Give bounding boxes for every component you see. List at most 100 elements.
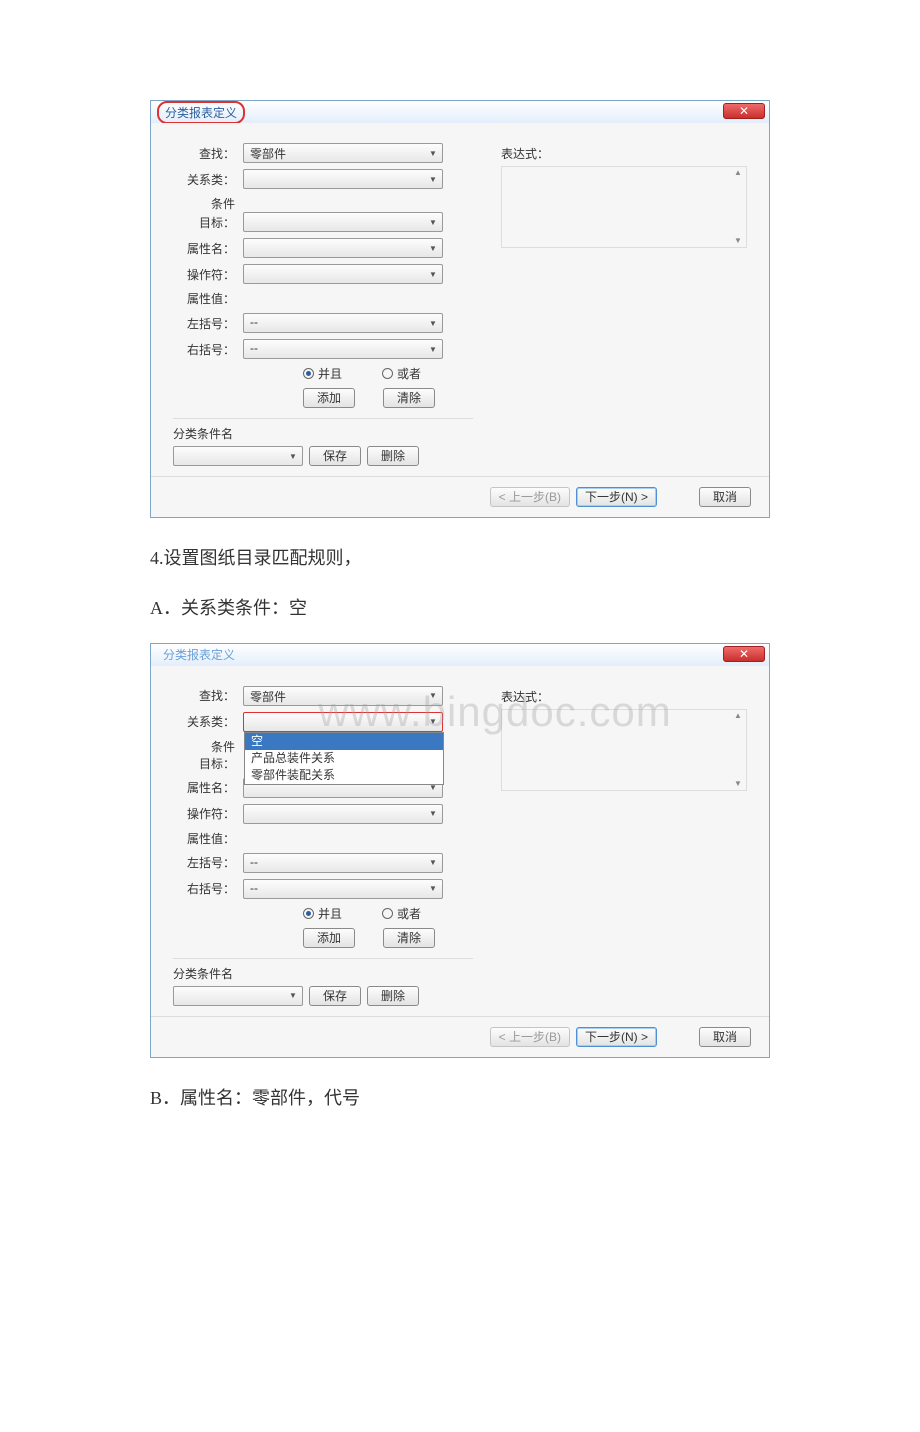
label-target: 目标：	[173, 214, 235, 231]
attrname-combo[interactable]: ▼	[243, 238, 443, 258]
dialog-report-definition-2: 分类报表定义 ✕ www.bingdoc.com 查找： 零部件 ▼ 关系类：	[150, 643, 770, 1058]
chevron-down-icon: ▼	[426, 342, 440, 356]
radio-dot-icon	[303, 908, 314, 919]
rbracket-value: --	[250, 881, 258, 895]
close-button[interactable]: ✕	[723, 103, 765, 119]
operator-combo[interactable]: ▼	[243, 264, 443, 284]
lbracket-combo[interactable]: -- ▼	[243, 853, 443, 873]
radio-dot-icon	[382, 908, 393, 919]
doc-step-a: A．关系类条件：空	[150, 592, 770, 624]
radio-and-label: 并且	[318, 365, 342, 382]
operator-combo[interactable]: ▼	[243, 804, 443, 824]
label-search: 查找：	[173, 687, 235, 704]
label-condname: 分类条件名	[173, 965, 233, 982]
back-button: < 上一步(B)	[490, 487, 570, 507]
label-operator: 操作符：	[173, 805, 235, 822]
clear-button[interactable]: 清除	[383, 388, 435, 408]
dialog-body: 查找： 零部件 ▼ 关系类： ▼ 条件	[151, 123, 769, 476]
lbracket-value: --	[250, 315, 258, 329]
relation-dropdown: 空 产品总装件关系 零部件装配关系	[244, 732, 444, 785]
chevron-down-icon: ▼	[426, 715, 440, 729]
condname-combo[interactable]: ▼	[173, 986, 303, 1006]
cancel-button[interactable]: 取消	[699, 487, 751, 507]
scroll-up-icon[interactable]: ▲	[731, 168, 745, 178]
label-attrname: 属性名：	[173, 779, 235, 796]
radio-and-label: 并且	[318, 905, 342, 922]
dialog-title: 分类报表定义	[157, 101, 245, 124]
titlebar: 分类报表定义 ✕	[151, 644, 769, 666]
relation-option-empty[interactable]: 空	[245, 733, 443, 750]
lbracket-combo[interactable]: -- ▼	[243, 313, 443, 333]
scroll-down-icon[interactable]: ▼	[731, 236, 745, 246]
radio-dot-icon	[303, 368, 314, 379]
expression-box[interactable]: ▲ ▼	[501, 709, 747, 791]
label-condname: 分类条件名	[173, 425, 233, 442]
delete-button[interactable]: 删除	[367, 986, 419, 1006]
next-button[interactable]: 下一步(N) >	[576, 487, 657, 507]
doc-step-b: B．属性名：零部件，代号	[150, 1082, 770, 1114]
search-value: 零部件	[250, 147, 286, 161]
radio-or[interactable]: 或者	[382, 905, 421, 922]
radio-and[interactable]: 并且	[303, 365, 342, 382]
label-relation: 关系类：	[173, 171, 235, 188]
chevron-down-icon: ▼	[426, 689, 440, 703]
save-button[interactable]: 保存	[309, 986, 361, 1006]
label-cond: 条件	[173, 195, 235, 212]
titlebar: 分类报表定义 ✕	[151, 101, 769, 123]
search-combo[interactable]: 零部件 ▼	[243, 143, 443, 163]
radio-or-label: 或者	[397, 905, 421, 922]
dialog-report-definition-1: 分类报表定义 ✕ 查找： 零部件 ▼ 关系类： ▼	[150, 100, 770, 518]
dialog-title: 分类报表定义	[157, 645, 241, 664]
chevron-down-icon: ▼	[426, 172, 440, 186]
save-button[interactable]: 保存	[309, 446, 361, 466]
cancel-button[interactable]: 取消	[699, 1027, 751, 1047]
rbracket-combo[interactable]: -- ▼	[243, 879, 443, 899]
chevron-down-icon: ▼	[426, 267, 440, 281]
label-relation: 关系类：	[173, 713, 235, 730]
label-lbracket: 左括号：	[173, 315, 235, 332]
label-rbracket: 右括号：	[173, 341, 235, 358]
expression-box[interactable]: ▲ ▼	[501, 166, 747, 248]
delete-button[interactable]: 删除	[367, 446, 419, 466]
scroll-down-icon[interactable]: ▼	[731, 779, 745, 789]
close-button[interactable]: ✕	[723, 646, 765, 662]
dialog-footer: < 上一步(B) 下一步(N) > 取消	[151, 476, 769, 517]
chevron-down-icon: ▼	[426, 215, 440, 229]
label-expression: 表达式：	[501, 145, 747, 162]
label-search: 查找：	[173, 145, 235, 162]
label-operator: 操作符：	[173, 266, 235, 283]
chevron-down-icon: ▼	[426, 146, 440, 160]
radio-or[interactable]: 或者	[382, 365, 421, 382]
target-combo[interactable]: ▼	[243, 212, 443, 232]
dialog-footer: < 上一步(B) 下一步(N) > 取消	[151, 1016, 769, 1057]
label-rbracket: 右括号：	[173, 880, 235, 897]
relation-combo[interactable]: ▼	[243, 169, 443, 189]
add-button[interactable]: 添加	[303, 928, 355, 948]
label-lbracket: 左括号：	[173, 854, 235, 871]
dialog-body: www.bingdoc.com 查找： 零部件 ▼ 关系类： ▼	[151, 666, 769, 1016]
lbracket-value: --	[250, 855, 258, 869]
relation-option-assembly[interactable]: 产品总装件关系	[245, 750, 443, 767]
relation-option-partassy[interactable]: 零部件装配关系	[245, 767, 443, 784]
close-icon: ✕	[739, 104, 749, 118]
clear-button[interactable]: 清除	[383, 928, 435, 948]
chevron-down-icon: ▼	[286, 449, 300, 463]
chevron-down-icon: ▼	[426, 856, 440, 870]
next-button[interactable]: 下一步(N) >	[576, 1027, 657, 1047]
label-cond: 条件	[173, 738, 235, 755]
radio-or-label: 或者	[397, 365, 421, 382]
chevron-down-icon: ▼	[286, 989, 300, 1003]
condname-combo[interactable]: ▼	[173, 446, 303, 466]
label-expression: 表达式：	[501, 688, 747, 705]
rbracket-combo[interactable]: -- ▼	[243, 339, 443, 359]
add-button[interactable]: 添加	[303, 388, 355, 408]
relation-combo[interactable]: ▼ 空 产品总装件关系 零部件装配关系	[243, 712, 443, 732]
radio-dot-icon	[382, 368, 393, 379]
radio-and[interactable]: 并且	[303, 905, 342, 922]
scroll-up-icon[interactable]: ▲	[731, 711, 745, 721]
label-attrname: 属性名：	[173, 240, 235, 257]
search-combo[interactable]: 零部件 ▼	[243, 686, 443, 706]
close-icon: ✕	[739, 647, 749, 661]
label-attrval: 属性值：	[173, 830, 235, 847]
doc-step-4: 4.设置图纸目录匹配规则，	[150, 542, 770, 574]
